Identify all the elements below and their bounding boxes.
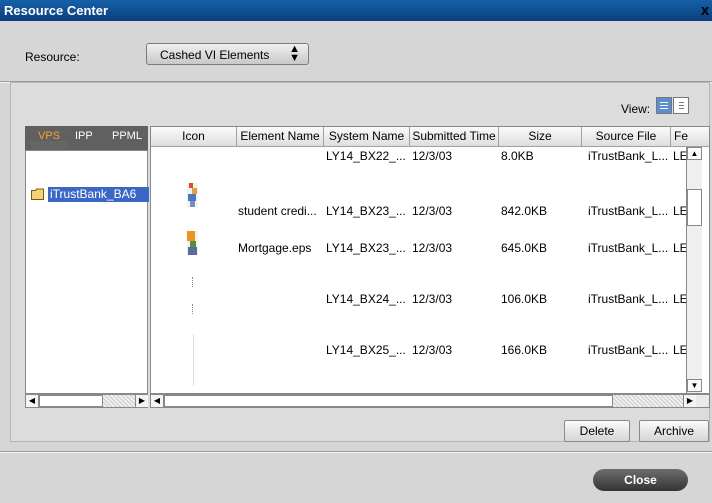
- column-header-source-file[interactable]: Source File: [582, 127, 671, 147]
- cell-source: iTrustBank_L...: [588, 343, 669, 357]
- cell-size: 166.0KB: [501, 343, 548, 357]
- archive-button[interactable]: Archive: [639, 420, 709, 442]
- cell-size: 842.0KB: [501, 204, 548, 218]
- cell-size: 106.0KB: [501, 292, 548, 306]
- cell-source: iTrustBank_L...: [588, 292, 669, 306]
- image-thumbnail[interactable]: [192, 304, 195, 314]
- cell-source: iTrustBank_L...: [588, 149, 669, 163]
- column-header-system-name[interactable]: System Name: [324, 127, 410, 147]
- table-horizontal-scrollbar[interactable]: ◀ ▶: [150, 394, 710, 408]
- cell-submitted: 12/3/03: [412, 204, 453, 218]
- close-button[interactable]: Close: [593, 469, 688, 491]
- resource-dropdown-value: Cashed VI Elements: [160, 48, 270, 62]
- column-header-icon[interactable]: Icon: [151, 127, 237, 147]
- cell-system-name: LY14_BX24_...: [326, 292, 406, 306]
- scroll-thumb[interactable]: [164, 395, 613, 407]
- cell-element-name: Mortgage.eps: [238, 241, 312, 255]
- tab-ipp[interactable]: IPP: [75, 130, 93, 142]
- cell-size: 8.0KB: [501, 149, 534, 163]
- tree-horizontal-scrollbar[interactable]: ◀ ▶: [25, 394, 148, 408]
- scroll-right-icon[interactable]: ▶: [135, 395, 148, 407]
- scroll-left-icon[interactable]: ◀: [151, 395, 164, 407]
- tree-item-label: iTrustBank_BA6: [48, 187, 149, 202]
- scroll-down-icon[interactable]: ▼: [687, 379, 702, 392]
- column-header-submitted-time[interactable]: Submitted Time: [410, 127, 499, 147]
- list-view-icon[interactable]: [656, 97, 672, 114]
- scroll-thumb[interactable]: [39, 395, 103, 407]
- elements-table: Icon Element Name System Name Submitted …: [150, 126, 710, 394]
- cell-element-name: student credi...: [238, 204, 317, 218]
- view-label: View:: [621, 102, 651, 116]
- image-thumbnail[interactable]: [192, 277, 195, 287]
- scroll-track: [613, 395, 683, 407]
- scroll-left-icon[interactable]: ◀: [26, 395, 39, 407]
- thumbnail-view-icon[interactable]: [673, 97, 689, 114]
- cell-source: iTrustBank_L...: [588, 241, 669, 255]
- cell-submitted: 12/3/03: [412, 292, 453, 306]
- job-tree: iTrustBank_BA6: [25, 150, 149, 394]
- title-bar: Resource Center x: [0, 0, 712, 21]
- window-close-icon[interactable]: x: [698, 2, 712, 19]
- resource-dropdown[interactable]: Cashed VI Elements ▲ ▼: [146, 43, 309, 65]
- image-thumbnail[interactable]: [187, 183, 198, 207]
- column-header-fe[interactable]: Fe: [671, 127, 709, 147]
- scroll-up-icon[interactable]: ▲: [687, 147, 702, 160]
- divider: [0, 451, 712, 453]
- window-title: Resource Center: [4, 3, 109, 18]
- delete-button[interactable]: Delete: [564, 420, 630, 442]
- scroll-thumb[interactable]: [687, 189, 702, 226]
- cell-submitted: 12/3/03: [412, 149, 453, 163]
- cell-system-name: LY14_BX23_...: [326, 204, 406, 218]
- scroll-track: [103, 395, 135, 407]
- updown-arrow-icon: ▲ ▼: [289, 43, 300, 64]
- cell-submitted: 12/3/03: [412, 343, 453, 357]
- resource-label: Resource:: [25, 50, 80, 64]
- cell-system-name: LY14_BX22_...: [326, 149, 406, 163]
- folder-icon: [31, 188, 44, 200]
- cell-source: iTrustBank_L...: [588, 204, 669, 218]
- column-header-element-name[interactable]: Element Name: [237, 127, 324, 147]
- cell-size: 645.0KB: [501, 241, 548, 255]
- image-thumbnail[interactable]: [187, 231, 198, 255]
- table-vertical-scrollbar[interactable]: ▲ ▼: [686, 147, 702, 393]
- scroll-right-icon[interactable]: ▶: [683, 395, 696, 407]
- column-header-size[interactable]: Size: [499, 127, 582, 147]
- image-thumbnail[interactable]: [193, 334, 196, 386]
- tab-ppml[interactable]: PPML: [112, 130, 142, 142]
- cell-submitted: 12/3/03: [412, 241, 453, 255]
- tab-bar: VPS IPP PPML: [25, 126, 148, 151]
- cell-system-name: LY14_BX23_...: [326, 241, 406, 255]
- cell-system-name: LY14_BX25_...: [326, 343, 406, 357]
